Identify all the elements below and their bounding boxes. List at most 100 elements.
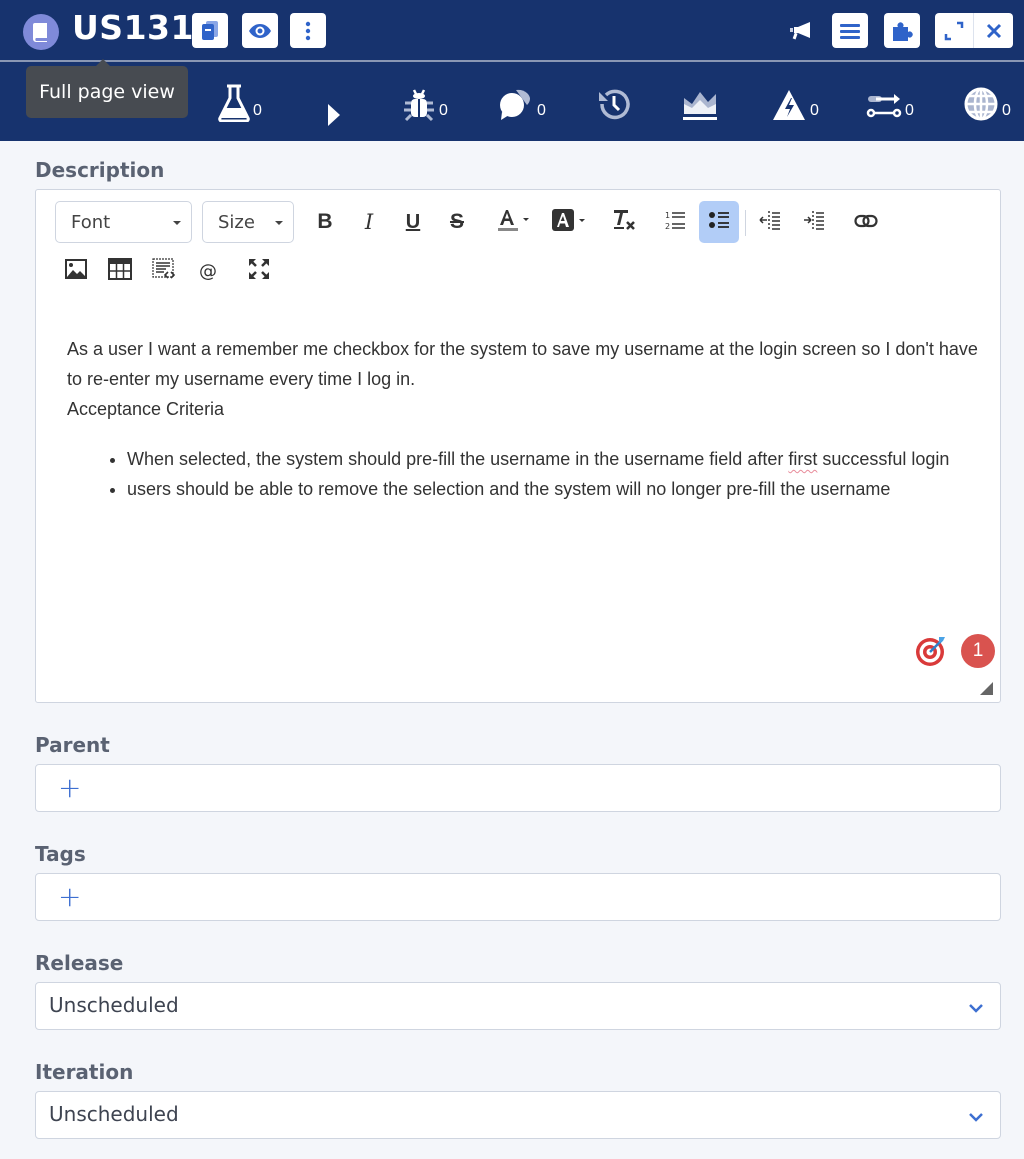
full-page-view-tooltip: Full page view — [26, 59, 188, 118]
add-parent-plus-icon[interactable]: + — [58, 774, 81, 802]
area-chart-icon — [682, 88, 718, 126]
copy-icon — [200, 20, 220, 42]
release-value: Unscheduled — [49, 993, 179, 1017]
resize-handle[interactable] — [980, 682, 993, 695]
iteration-label: Iteration — [35, 1060, 134, 1084]
iteration-select[interactable]: Unscheduled — [35, 1091, 1001, 1139]
tab-defects[interactable]: 0 — [402, 80, 448, 126]
description-editor[interactable]: Font Size B I U S 12 @ As a user I want … — [35, 189, 1001, 703]
source-button[interactable] — [144, 250, 184, 292]
bulleted-list-icon — [708, 210, 730, 234]
tab-discussions[interactable]: 0 — [498, 80, 546, 126]
list-item: users should be able to remove the selec… — [127, 474, 987, 504]
globe-icon — [963, 86, 999, 126]
parent-field[interactable]: + — [35, 764, 1001, 812]
tab-trends[interactable] — [682, 80, 718, 126]
global-count: 0 — [1002, 102, 1011, 119]
link-button[interactable] — [846, 201, 886, 243]
description-label: Description — [35, 158, 165, 182]
close-icon — [986, 23, 1002, 39]
increase-indent-icon — [803, 209, 825, 235]
tab-tests[interactable]: 0 — [218, 80, 262, 126]
caret-down-icon — [173, 221, 181, 225]
font-dropdown-label: Font — [71, 211, 111, 233]
flask-icon — [218, 84, 250, 126]
watch-button[interactable] — [242, 13, 278, 48]
item-header: US131 0 0 0 0 0 0 Full page view — [0, 0, 1024, 141]
underline-icon: U — [405, 210, 421, 233]
iteration-value: Unscheduled — [49, 1102, 179, 1126]
bug-icon — [402, 86, 436, 126]
table-icon — [108, 258, 132, 284]
acceptance-criteria-heading: Acceptance Criteria — [67, 399, 225, 419]
tab-global[interactable]: 0 — [963, 80, 1011, 126]
puzzle-icon — [891, 20, 913, 42]
parent-label: Parent — [35, 733, 110, 757]
underline-button[interactable]: U — [393, 201, 433, 243]
toolbar-separator — [745, 210, 746, 236]
tab-links[interactable]: 0 — [866, 80, 914, 126]
integrations-button[interactable] — [884, 13, 920, 48]
tab-risks[interactable]: 0 — [771, 80, 819, 126]
link-flow-icon — [866, 88, 902, 126]
more-vertical-icon — [305, 21, 311, 41]
play-icon — [326, 102, 342, 132]
size-dropdown[interactable]: Size — [202, 201, 294, 243]
warning-bolt-icon — [771, 88, 807, 126]
tests-count: 0 — [253, 102, 262, 119]
caret-down-icon — [275, 221, 283, 225]
maximize-button[interactable] — [239, 250, 279, 292]
announcements-button[interactable] — [790, 20, 814, 46]
bold-button[interactable]: B — [305, 201, 345, 243]
window-controls — [935, 13, 1013, 48]
decrease-indent-button[interactable] — [750, 201, 790, 243]
notification-badge[interactable]: 1 — [961, 634, 995, 668]
remove-format-icon — [611, 207, 637, 237]
release-label: Release — [35, 951, 124, 975]
description-content[interactable]: As a user I want a remember me checkbox … — [67, 334, 987, 504]
strikethrough-icon: S — [449, 210, 464, 233]
acceptance-criteria-list: When selected, the system should pre-fil… — [67, 444, 987, 504]
font-dropdown[interactable]: Font — [55, 201, 192, 243]
tags-field[interactable]: + — [35, 873, 1001, 921]
list-item: When selected, the system should pre-fil… — [127, 444, 987, 474]
remove-format-button[interactable] — [604, 201, 644, 243]
text-color-button[interactable] — [491, 201, 537, 243]
at-mention-icon: @ — [199, 260, 217, 282]
table-button[interactable] — [100, 250, 140, 292]
add-tag-plus-icon[interactable]: + — [58, 883, 81, 911]
expand-button[interactable] — [935, 13, 974, 48]
background-color-icon — [551, 208, 587, 236]
mention-button[interactable]: @ — [188, 250, 228, 292]
links-count: 0 — [905, 102, 914, 119]
bold-icon: B — [317, 210, 333, 233]
numbered-list-button[interactable]: 12 — [655, 201, 695, 243]
close-button[interactable] — [974, 13, 1013, 48]
image-button[interactable] — [56, 250, 96, 292]
image-icon — [65, 259, 87, 283]
strikethrough-button[interactable]: S — [437, 201, 477, 243]
misspelled-word: first — [788, 449, 818, 469]
bulleted-list-button[interactable] — [699, 201, 739, 243]
item-id-title: US131 — [72, 8, 194, 47]
menu-icon — [840, 23, 860, 39]
source-icon — [152, 258, 176, 284]
release-select[interactable]: Unscheduled — [35, 982, 1001, 1030]
copy-button[interactable] — [192, 13, 228, 48]
tab-runs[interactable] — [326, 86, 342, 132]
increase-indent-button[interactable] — [794, 201, 834, 243]
target-icon[interactable] — [915, 635, 947, 667]
background-color-button[interactable] — [546, 201, 592, 243]
italic-icon: I — [364, 210, 374, 234]
more-options-button[interactable] — [290, 13, 326, 48]
tab-history[interactable] — [596, 80, 632, 126]
decrease-indent-icon — [759, 209, 781, 235]
history-icon — [596, 86, 632, 126]
risks-count: 0 — [810, 102, 819, 119]
menu-button[interactable] — [832, 13, 868, 48]
chevron-down-icon — [968, 1107, 984, 1126]
italic-button[interactable]: I — [349, 201, 389, 243]
size-dropdown-label: Size — [218, 211, 255, 233]
comments-icon — [498, 86, 534, 126]
link-icon — [854, 213, 878, 232]
